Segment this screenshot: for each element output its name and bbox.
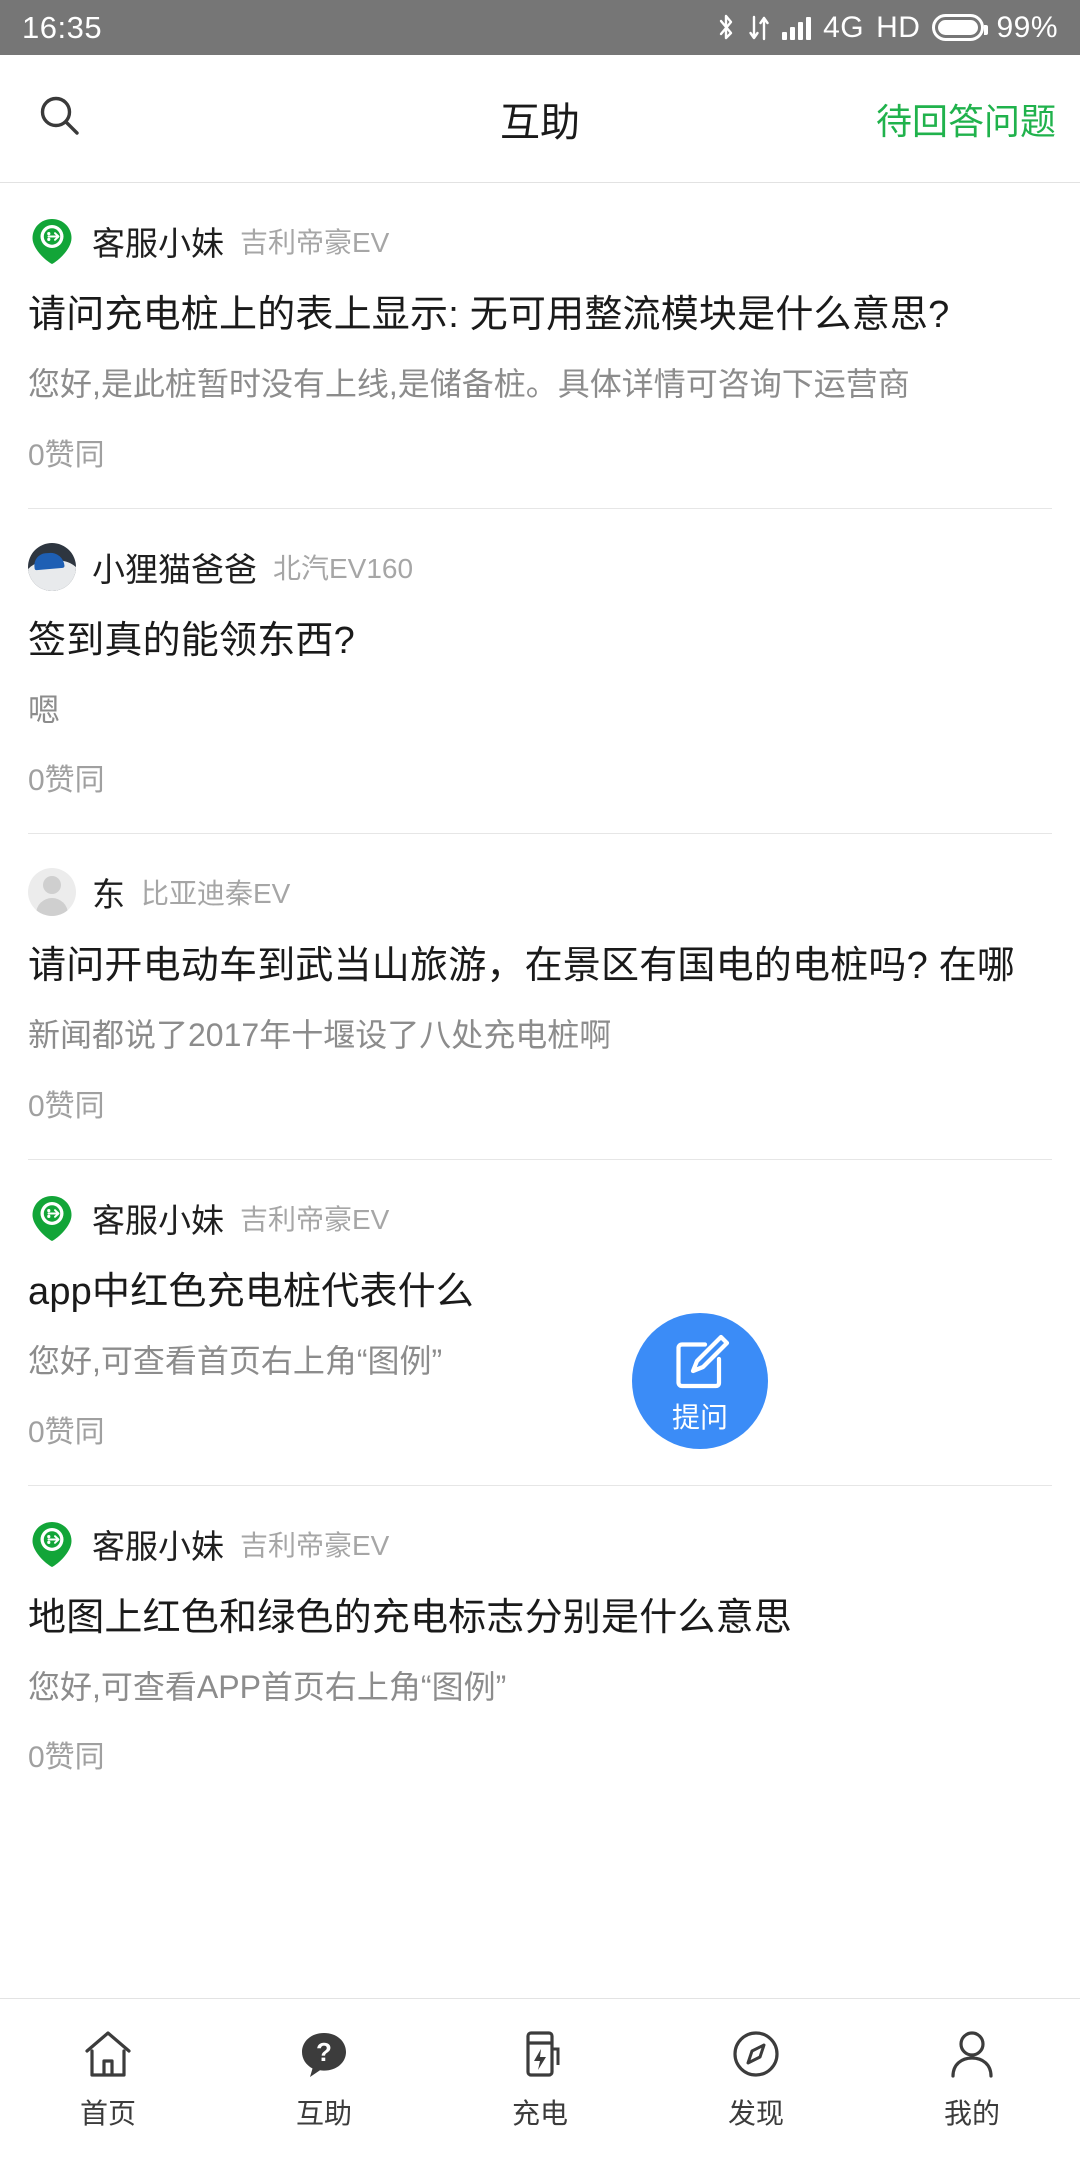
question-title[interactable]: app中红色充电桩代表什么: [28, 1266, 1052, 1320]
tab-label: 充电: [511, 2097, 568, 2129]
vote-count[interactable]: 0赞同: [28, 1081, 1052, 1159]
author-row[interactable]: 东 比亚迪秦EV: [28, 834, 1052, 917]
post-card[interactable]: 客服小妹 吉利帝豪EV 地图上红色和绿色的充电标志分别是什么意思 您好,可查看A…: [0, 1486, 1080, 1811]
tab-help[interactable]: ? 互助: [216, 2028, 432, 2132]
tab-home[interactable]: 首页: [0, 2028, 216, 2132]
question-title[interactable]: 地图上红色和绿色的充电标志分别是什么意思: [28, 1592, 1052, 1646]
tab-charging[interactable]: 充电: [432, 2028, 648, 2132]
avatar[interactable]: [28, 217, 76, 265]
network-type-label: 4G: [823, 10, 865, 44]
author-row[interactable]: 客服小妹 吉利帝豪EV: [28, 183, 1052, 265]
pending-questions-link[interactable]: 待回答问题: [876, 93, 1056, 145]
status-bar: 16:35 4G HD 99%: [0, 0, 1080, 55]
author-name: 客服小妹: [92, 1527, 224, 1565]
question-answer: 您好,可查看APP首页右上角“图例”: [28, 1668, 507, 1705]
tab-label: 我的: [943, 2097, 1000, 2129]
author-car-model: 吉利帝豪EV: [240, 1204, 390, 1236]
post-card[interactable]: 东 比亚迪秦EV 请问开电动车到武当山旅游，在景区有国电的电桩吗? 在哪 新闻都…: [0, 834, 1080, 1159]
tab-label: 发现: [727, 2097, 784, 2129]
svg-text:?: ?: [316, 2037, 332, 2067]
question-feed: 客服小妹 吉利帝豪EV 请问充电桩上的表上显示: 无可用整流模块是什么意思? 您…: [0, 183, 1080, 1811]
bottom-tab-bar: 首页 ? 互助 充电 发现 我的: [0, 1998, 1080, 2160]
fab-label: 提问: [671, 1401, 728, 1433]
tab-label: 互助: [295, 2097, 352, 2129]
author-car-model: 吉利帝豪EV: [240, 227, 390, 258]
vote-count[interactable]: 0赞同: [28, 755, 1052, 833]
author-name: 小狸猫爸爸: [92, 550, 257, 588]
post-card[interactable]: 客服小妹 吉利帝豪EV 请问充电桩上的表上显示: 无可用整流模块是什么意思? 您…: [0, 183, 1080, 508]
author-name: 客服小妹: [92, 225, 224, 262]
author-row[interactable]: 客服小妹 吉利帝豪EV: [28, 1486, 1052, 1568]
avatar[interactable]: [28, 542, 76, 591]
author-car-model: 比亚迪秦EV: [141, 878, 291, 910]
signal-bars-icon: [782, 15, 812, 40]
author-car-model: 北汽EV160: [273, 552, 414, 584]
compass-icon: [730, 2028, 782, 2080]
author-car-model: 吉利帝豪EV: [240, 1529, 390, 1561]
tab-discover[interactable]: 发现: [648, 2028, 864, 2132]
avatar[interactable]: [28, 1194, 76, 1242]
green-pin-avatar-icon: [32, 1521, 72, 1567]
vote-count[interactable]: 0赞同: [28, 430, 1052, 508]
person-icon: [946, 2028, 998, 2080]
hd-label: HD: [876, 10, 921, 44]
author-name: 客服小妹: [92, 1202, 224, 1240]
question-title[interactable]: 请问开电动车到武当山旅游，在景区有国电的电桩吗? 在哪: [28, 940, 1052, 994]
author-row[interactable]: 小狸猫爸爸 北汽EV160: [28, 509, 1052, 591]
question-title[interactable]: 签到真的能领东西?: [28, 615, 1052, 669]
avatar[interactable]: [28, 1520, 76, 1568]
question-answer: 嗯: [28, 691, 61, 728]
post-card[interactable]: 小狸猫爸爸 北汽EV160 签到真的能领东西? 嗯 0赞同: [0, 509, 1080, 834]
ask-question-fab[interactable]: 提问: [632, 1313, 768, 1449]
question-answer: 新闻都说了2017年十堰设了八处充电桩啊: [28, 1017, 612, 1054]
status-time: 16:35: [22, 9, 103, 45]
battery-percent-label: 99%: [996, 10, 1058, 44]
vote-count[interactable]: 0赞同: [28, 1732, 1052, 1810]
question-answer: 您好,可查看首页右上角“图例”: [28, 1342, 443, 1379]
post-card[interactable]: 客服小妹 吉利帝豪EV app中红色充电桩代表什么 您好,可查看首页右上角“图例…: [0, 1160, 1080, 1485]
tab-profile[interactable]: 我的: [864, 2028, 1080, 2132]
car-photo-avatar-icon: [28, 542, 76, 591]
vote-count[interactable]: 0赞同: [28, 1407, 1052, 1485]
edit-pencil-icon: [669, 1331, 731, 1398]
question-bubble-icon: ?: [298, 2028, 350, 2080]
app-bar: 互助 待回答问题: [0, 55, 1080, 183]
status-icons: 4G HD 99%: [716, 11, 1058, 45]
data-transfer-icon: [748, 14, 770, 42]
tab-label: 首页: [79, 2097, 136, 2129]
author-name: 东: [92, 876, 125, 914]
home-icon: [82, 2028, 134, 2080]
avatar[interactable]: [28, 868, 76, 917]
green-pin-avatar-icon: [32, 219, 72, 264]
question-title[interactable]: 请问充电桩上的表上显示: 无可用整流模块是什么意思?: [28, 289, 1052, 343]
bluetooth-icon: [716, 13, 736, 43]
green-pin-avatar-icon: [32, 1196, 72, 1242]
question-answer: 您好,是此桩暂时没有上线,是储备桩。具体详情可咨询下运营商: [28, 365, 910, 402]
charging-pile-icon: [514, 2028, 566, 2080]
battery-icon: [932, 14, 989, 41]
author-row[interactable]: 客服小妹 吉利帝豪EV: [28, 1160, 1052, 1242]
default-person-avatar-icon: [28, 868, 76, 917]
